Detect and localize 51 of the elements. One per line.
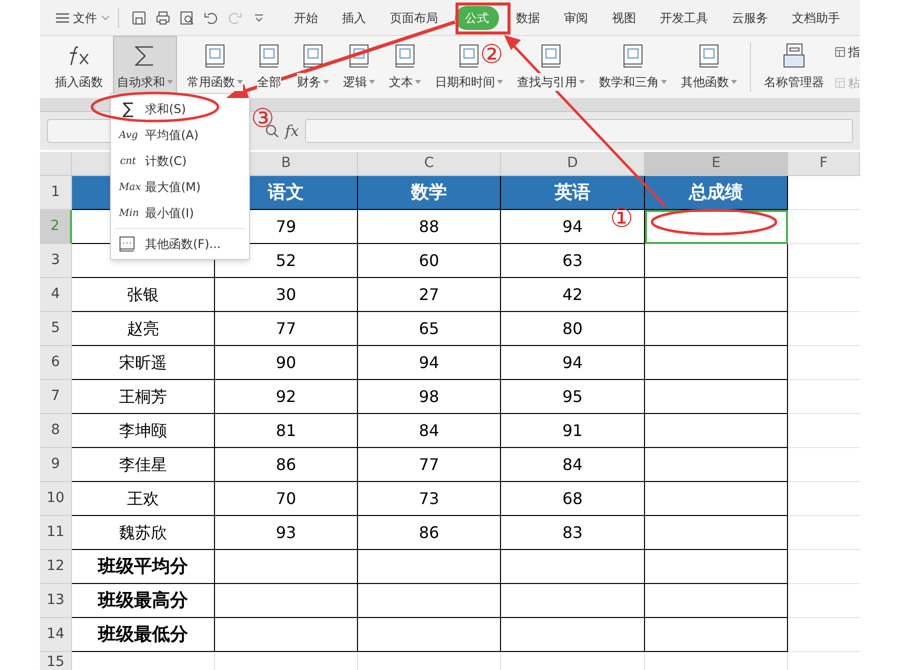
table-cell: 68 xyxy=(501,482,645,516)
function-glyph: Avg xyxy=(119,128,137,142)
table-cell: 77 xyxy=(358,448,501,482)
table-cell: 70 xyxy=(215,482,358,516)
callout-number: ② xyxy=(480,42,503,68)
function-glyph: cnt xyxy=(119,154,137,168)
table-cell: 88 xyxy=(358,210,501,244)
table-cell: 赵亮 xyxy=(72,312,215,346)
table-cell: 王桐芳 xyxy=(72,380,215,414)
table-cell: 91 xyxy=(501,414,645,448)
table-cell: 84 xyxy=(358,414,501,448)
header-cell: 数学 xyxy=(358,176,501,210)
table-cell: 92 xyxy=(215,380,358,414)
function-glyph: ∑ xyxy=(122,98,134,120)
table-cell: 60 xyxy=(358,244,501,278)
table-cell: 94 xyxy=(358,346,501,380)
table-cell: 86 xyxy=(215,448,358,482)
table-cell: 42 xyxy=(501,278,645,312)
table-cell: 84 xyxy=(501,448,645,482)
table-cell: 30 xyxy=(215,278,358,312)
table-cell: 张银 xyxy=(72,278,215,312)
menu-item-label: 计数(C) xyxy=(145,153,187,170)
table-cell: 27 xyxy=(358,278,501,312)
table-cell: 80 xyxy=(501,312,645,346)
menu-item-label: 最大值(M) xyxy=(145,179,201,196)
table-cell: 班级最高分 xyxy=(72,584,215,618)
table-cell: 宋昕遥 xyxy=(72,346,215,380)
table-cell: 98 xyxy=(358,380,501,414)
table-cell: 95 xyxy=(501,380,645,414)
menu-item-label: 平均值(A) xyxy=(145,127,199,144)
callout-number: ③ xyxy=(251,106,274,132)
table-cell: 73 xyxy=(358,482,501,516)
menu-item-label: 求和(S) xyxy=(145,101,186,118)
table-cell: 65 xyxy=(358,312,501,346)
table-cell: 90 xyxy=(215,346,358,380)
table-cell: 李佳星 xyxy=(72,448,215,482)
table-cell: 63 xyxy=(501,244,645,278)
table-cell: 班级平均分 xyxy=(72,550,215,584)
header-cell: 总成绩 xyxy=(645,176,788,210)
table-cell: 83 xyxy=(501,516,645,550)
table-cell: 94 xyxy=(501,346,645,380)
table-cell: 王欢 xyxy=(72,482,215,516)
table-cell: 86 xyxy=(358,516,501,550)
menu-item-label: 最小值(I) xyxy=(145,205,194,222)
table-cell: 魏苏欣 xyxy=(72,516,215,550)
table-cell: 77 xyxy=(215,312,358,346)
table-cell: 93 xyxy=(215,516,358,550)
table-cell: 班级最低分 xyxy=(72,618,215,652)
table-cell: 李坤颐 xyxy=(72,414,215,448)
table-cell: 81 xyxy=(215,414,358,448)
function-glyph: Min xyxy=(119,206,137,220)
